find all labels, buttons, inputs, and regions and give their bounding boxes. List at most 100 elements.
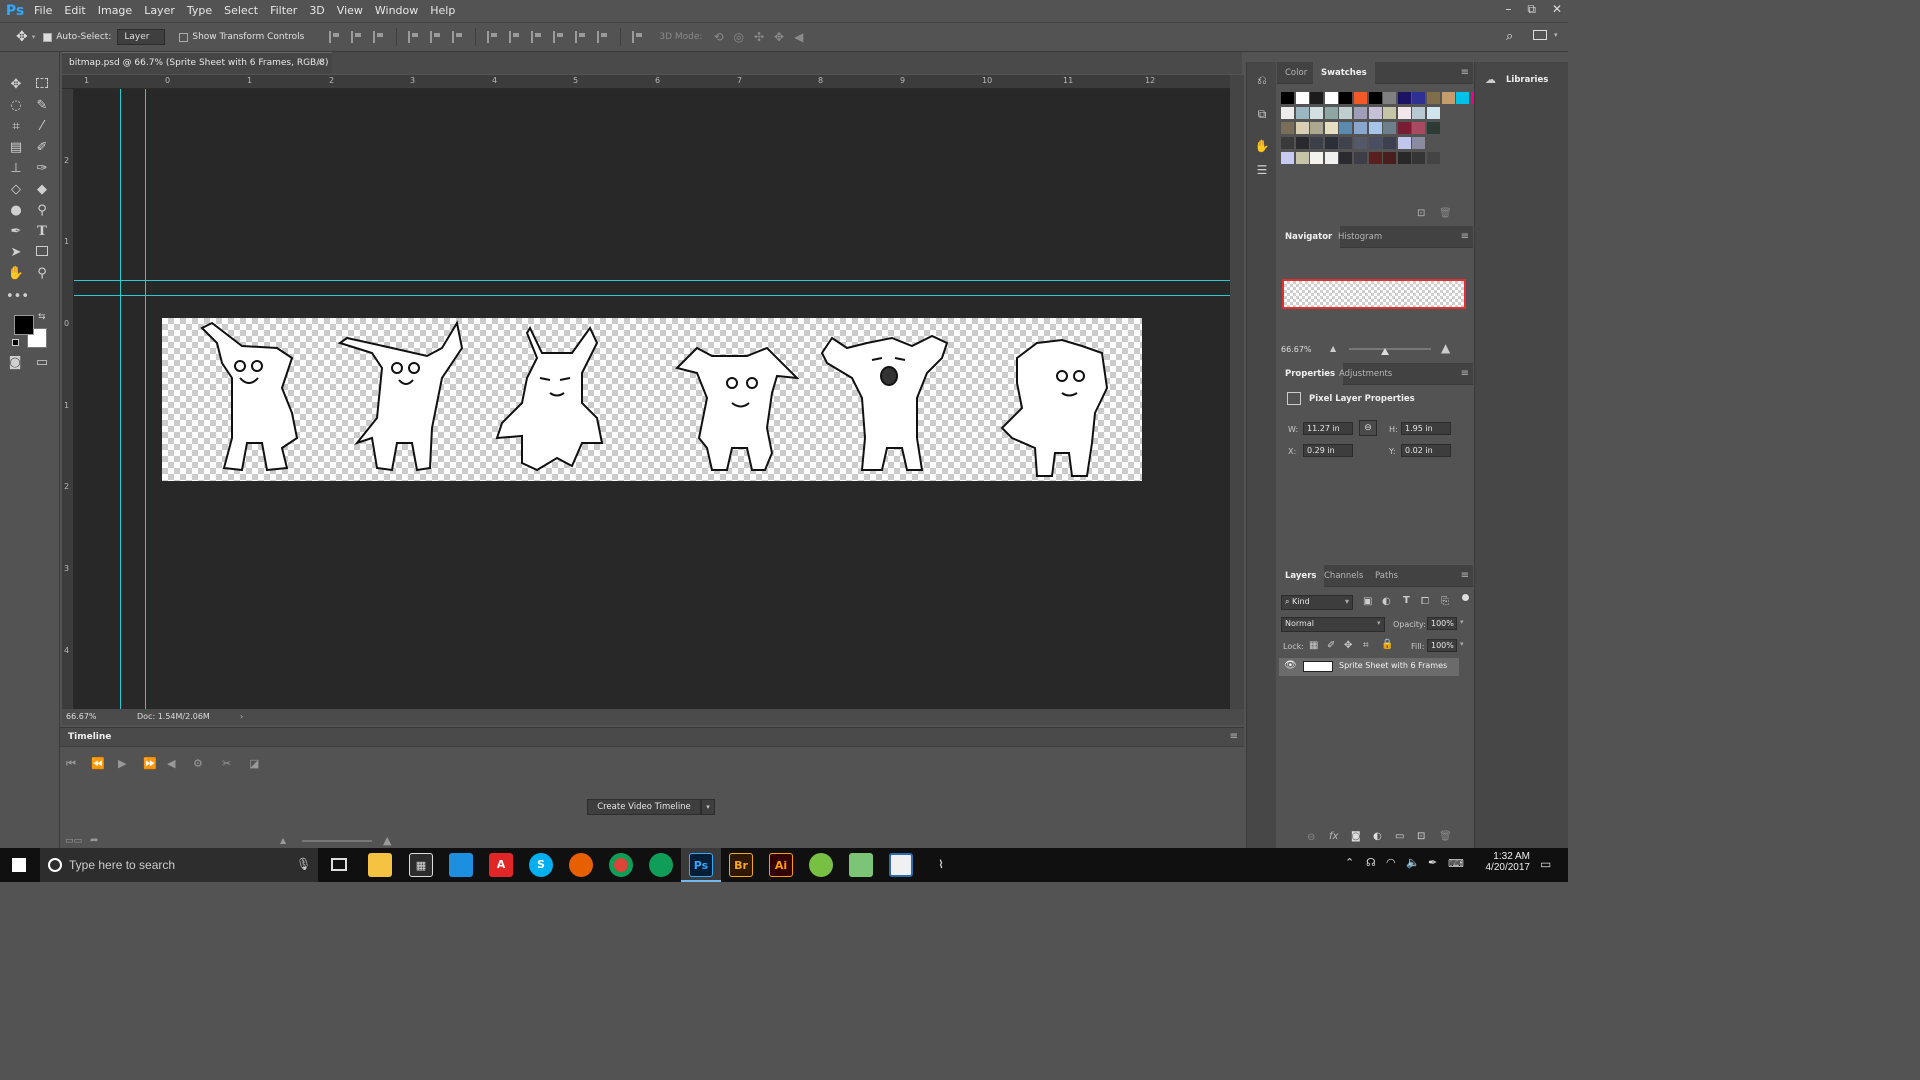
color-swatch[interactable] [1295,137,1309,149]
color-swatch[interactable] [1383,122,1397,134]
3d-drag-icon[interactable]: ✣ [754,30,764,44]
blur-icon[interactable]: ● [6,202,26,220]
distribute-right-icon[interactable] [597,31,609,43]
color-swatch[interactable] [1281,137,1294,149]
distribute-vertical-center-icon[interactable] [509,31,521,43]
lasso-icon[interactable]: ◌ [6,97,26,115]
color-swatch[interactable] [1324,107,1338,119]
swap-colors-icon[interactable]: ⇆ [38,312,46,322]
microphone-icon[interactable]: 🎙 [296,857,311,871]
color-swatch[interactable] [1324,152,1338,164]
width-field[interactable]: 11.27 in [1303,422,1353,435]
distribute-top-icon[interactable] [487,31,499,43]
lock-image-icon[interactable]: ✐ [1327,640,1335,651]
color-swatch[interactable] [1368,122,1382,134]
document-size-info[interactable]: Doc: 1.54M/2.06M [137,709,210,725]
zoom-out-timeline-icon[interactable]: ▲ [280,836,286,845]
quick-selection-icon[interactable]: ✎ [32,97,52,115]
rectangle-shape-icon[interactable] [32,244,52,262]
3d-roll-icon[interactable]: ◎ [734,30,744,44]
align-horizontal-center-icon[interactable] [430,31,442,43]
tab-channels[interactable]: Channels [1316,565,1371,587]
foreground-color-swatch[interactable] [14,315,34,335]
acrobat-icon[interactable]: A [489,853,513,877]
blend-mode-select[interactable]: Normal [1281,617,1385,632]
paint-bucket-icon[interactable]: ◆ [32,181,52,199]
color-swatch[interactable] [1368,152,1382,164]
audio-icon[interactable]: ◀ [167,757,175,770]
color-swatch[interactable] [1368,92,1382,104]
color-swatch[interactable] [1412,137,1426,149]
network-icon[interactable]: ☊ [1366,856,1376,869]
action-center-icon[interactable]: ▭ [1540,857,1551,871]
filter-shape-icon[interactable]: ⧠ [1421,596,1429,607]
utorrent-icon[interactable] [809,853,833,877]
canvas-vertical-scrollbar[interactable] [1230,75,1244,709]
color-swatch[interactable] [1397,122,1411,134]
screen-mode-icon[interactable]: ▭ [32,354,52,372]
color-swatch[interactable] [1427,92,1440,104]
menu-filter[interactable]: Filter [264,0,303,22]
menu-type[interactable]: Type [181,0,218,22]
opacity-dropdown-icon[interactable]: ▾ [1460,618,1464,626]
visibility-eye-icon[interactable]: 👁 [1284,660,1297,671]
color-swatch[interactable] [1412,122,1426,134]
history-icon[interactable]: ⎌ [1254,72,1270,88]
filter-toggle-icon[interactable] [1462,594,1469,601]
tab-histogram[interactable]: Histogram [1330,226,1390,248]
color-swatch[interactable] [1339,92,1353,104]
color-swatch[interactable] [1310,107,1324,119]
layer-row[interactable]: 👁 Sprite Sheet with 6 Frames [1279,658,1459,676]
color-swatch[interactable] [1354,122,1367,134]
sprite-sheet-layer[interactable] [162,318,1142,481]
color-swatch[interactable] [1324,137,1338,149]
link-dimensions-icon[interactable]: ⊖ [1359,420,1377,436]
color-swatch[interactable] [1354,92,1367,104]
notepad-icon[interactable] [849,853,873,877]
edit-toolbar-icon[interactable]: ••• [6,288,29,306]
timeline-zoom-slider[interactable] [302,840,372,842]
delete-layer-icon[interactable]: 🗑 [1439,831,1452,842]
task-view-icon[interactable] [331,858,347,871]
navigator-preview[interactable] [1282,279,1466,309]
menu-view[interactable]: View [331,0,369,22]
eraser-icon[interactable]: ◇ [6,181,26,199]
menu-help[interactable]: Help [424,0,461,22]
3d-scale-icon[interactable]: ◀ [794,30,803,44]
layers-menu-icon[interactable]: ≡ [1461,570,1469,581]
calculator-icon[interactable]: ▦ [409,853,433,877]
horizontal-guide[interactable] [74,295,1230,296]
play-icon[interactable]: ▶ [118,757,126,770]
color-swatch[interactable] [1310,92,1324,104]
color-swatch[interactable] [1281,107,1294,119]
layer-style-icon[interactable]: fx [1329,831,1338,842]
color-swatch[interactable] [1310,137,1324,149]
lock-position-icon[interactable]: ✥ [1344,640,1352,651]
color-swatch[interactable] [1397,92,1411,104]
menu-edit[interactable]: Edit [58,0,91,22]
timeline-tab[interactable]: Timeline [60,732,111,742]
navigator-zoom-value[interactable]: 66.67% [1281,345,1312,354]
color-swatch[interactable] [1354,107,1367,119]
color-swatch[interactable] [1427,122,1440,134]
restore-button[interactable]: ⧉ [1527,0,1536,18]
lock-artboard-icon[interactable]: ⌗ [1363,640,1369,651]
swatches-menu-icon[interactable]: ≡ [1461,67,1469,78]
color-swatch[interactable] [1354,137,1367,149]
rectangular-marquee-icon[interactable] [32,76,52,94]
fill-dropdown-icon[interactable]: ▾ [1460,640,1464,648]
libraries-tab[interactable]: Libraries [1506,75,1548,85]
move-tool-preset-icon[interactable]: ✥ [16,29,28,45]
color-swatch[interactable] [1281,92,1294,104]
keyboard-icon[interactable]: ⌨ [1448,857,1464,870]
menu-layer[interactable]: Layer [138,0,181,22]
align-left-icon[interactable] [408,31,420,43]
color-swatch[interactable] [1441,92,1455,104]
workspace-dropdown-icon[interactable]: ▾ [1554,31,1558,39]
align-vertical-center-icon[interactable] [351,31,363,43]
history-brush-icon[interactable]: ✑ [32,160,52,178]
misc-app-icon[interactable]: ⌇ [929,853,953,877]
color-swatch[interactable] [1427,152,1440,164]
navigator-zoom-slider[interactable] [1349,348,1431,350]
close-document-icon[interactable]: × [316,53,324,74]
